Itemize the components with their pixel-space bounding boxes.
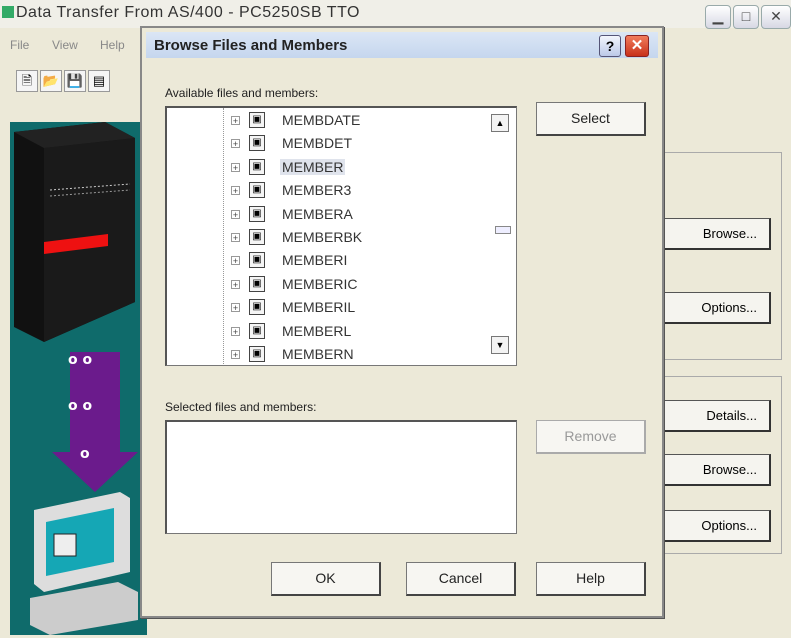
tree-item[interactable]: + ▣ MEMBDET — [231, 133, 461, 156]
tree-item-label: MEMBDATE — [282, 112, 361, 128]
browse-button-lower[interactable]: Browse... — [657, 454, 771, 486]
available-files-tree[interactable]: + ▣ MEMBDATE + ▣ MEMBDET + ▣ MEMBER + ▣ MEMBER3 + ▣ ME… — [165, 106, 517, 366]
dialog-close-icon[interactable]: ✕ — [625, 35, 649, 57]
options-button-lower[interactable]: Options... — [657, 510, 771, 542]
tree-item-label: MEMBERI — [282, 252, 348, 269]
scrollbar-thumb[interactable] — [495, 226, 511, 234]
expand-icon[interactable]: + — [231, 326, 240, 336]
selected-files-label: Selected files and members: — [165, 400, 317, 414]
minimize-icon[interactable]: ▁ — [705, 5, 731, 29]
expand-icon[interactable]: + — [231, 279, 240, 289]
browse-files-dialog: Browse Files and Members ? ✕ Available f… — [140, 26, 664, 618]
tree-item-label: MEMBERA — [282, 205, 353, 222]
browse-button-upper[interactable]: Browse... — [657, 218, 771, 250]
svg-text:o: o — [80, 446, 90, 462]
tree-item[interactable]: + ▣ MEMBER3 — [231, 180, 461, 203]
tree-item-label: MEMBER — [280, 158, 346, 175]
select-button[interactable]: Select — [536, 102, 646, 136]
new-icon[interactable]: 🗎 — [16, 70, 38, 92]
tree-item[interactable]: + ▣ MEMBER — [231, 157, 461, 180]
expand-icon[interactable]: + — [231, 162, 240, 172]
tree-item-label: MEMBDET — [282, 135, 352, 152]
expand-icon[interactable]: + — [231, 303, 240, 313]
file-member-icon: ▣ — [249, 205, 265, 222]
expand-icon[interactable]: + — [231, 350, 240, 360]
tree-item-label: MEMBERBK — [282, 229, 363, 245]
tree-item-label: MEMBERIL — [282, 299, 356, 316]
file-member-icon: ▣ — [249, 252, 265, 269]
help-question-icon[interactable]: ? — [599, 35, 621, 57]
file-member-icon: ▣ — [249, 275, 265, 292]
options-button-upper[interactable]: Options... — [657, 292, 771, 324]
svg-text:o o: o o — [68, 352, 92, 368]
menu-file[interactable]: File — [10, 38, 29, 52]
menu-view[interactable]: View — [52, 38, 78, 52]
properties-icon[interactable]: ▤ — [88, 70, 110, 92]
details-button[interactable]: Details... — [657, 400, 771, 432]
help-button[interactable]: Help — [536, 562, 646, 596]
tree-item[interactable]: + ▣ MEMBERIL — [231, 297, 461, 320]
file-member-icon: ▣ — [249, 346, 265, 362]
tree-item[interactable]: + ▣ MEMBERL — [231, 321, 461, 344]
save-icon[interactable]: 💾 — [64, 70, 86, 92]
vertical-scrollbar[interactable]: ▲ ▼ — [487, 108, 515, 364]
selected-files-list[interactable] — [165, 420, 517, 534]
scroll-up-icon[interactable]: ▲ — [491, 114, 509, 132]
ok-button[interactable]: OK — [271, 562, 381, 596]
expand-icon[interactable]: + — [231, 139, 240, 149]
file-member-icon: ▣ — [249, 229, 265, 245]
maximize-icon[interactable]: □ — [733, 5, 759, 29]
tree-item[interactable]: + ▣ MEMBERN — [231, 344, 461, 365]
as400-to-pc-illustration: o o o o o — [14, 122, 138, 635]
expand-icon[interactable]: + — [231, 186, 240, 196]
tree-item[interactable]: + ▣ MEMBERIC — [231, 274, 461, 297]
tree-item-label: MEMBERIC — [282, 275, 358, 292]
tree-item-label: MEMBER3 — [282, 182, 352, 199]
svg-text:o o: o o — [68, 398, 92, 414]
cancel-button[interactable]: Cancel — [406, 562, 516, 596]
file-member-icon: ▣ — [249, 112, 265, 128]
dialog-title-bar: Browse Files and Members ? ✕ — [146, 32, 658, 58]
file-member-icon: ▣ — [249, 135, 265, 152]
file-member-icon: ▣ — [249, 182, 265, 199]
remove-button[interactable]: Remove — [536, 420, 646, 454]
tree-item-label: MEMBERN — [282, 346, 354, 362]
menu-help[interactable]: Help — [100, 38, 125, 52]
close-icon[interactable]: ✕ — [761, 5, 791, 29]
group-box-upper — [650, 152, 782, 360]
expand-icon[interactable]: + — [231, 256, 240, 266]
expand-icon[interactable]: + — [231, 233, 240, 243]
tree-item-label: MEMBERL — [282, 322, 352, 339]
expand-icon[interactable]: + — [231, 116, 240, 126]
tree-item[interactable]: + ▣ MEMBERA — [231, 204, 461, 227]
open-icon[interactable]: 📂 — [40, 70, 62, 92]
scroll-down-icon[interactable]: ▼ — [491, 336, 509, 354]
file-member-icon: ▣ — [249, 299, 265, 316]
tree-item[interactable]: + ▣ MEMBERI — [231, 250, 461, 273]
background-window-title: Data Transfer From AS/400 - PC5250SB TTO — [16, 4, 360, 21]
file-member-icon: ▣ — [249, 322, 265, 339]
app-icon — [2, 6, 14, 18]
tree-item[interactable]: + ▣ MEMBERBK — [231, 227, 461, 250]
background-title-bar: Data Transfer From AS/400 - PC5250SB TTO… — [0, 0, 791, 29]
tree-item[interactable]: + ▣ MEMBDATE — [231, 110, 461, 133]
dialog-title: Browse Files and Members — [154, 37, 348, 54]
available-files-label: Available files and members: — [165, 86, 319, 100]
expand-icon[interactable]: + — [231, 209, 240, 219]
transfer-illustration-panel: o o o o o — [10, 122, 147, 635]
file-member-icon: ▣ — [249, 158, 265, 175]
tree-guide-line — [223, 108, 225, 364]
